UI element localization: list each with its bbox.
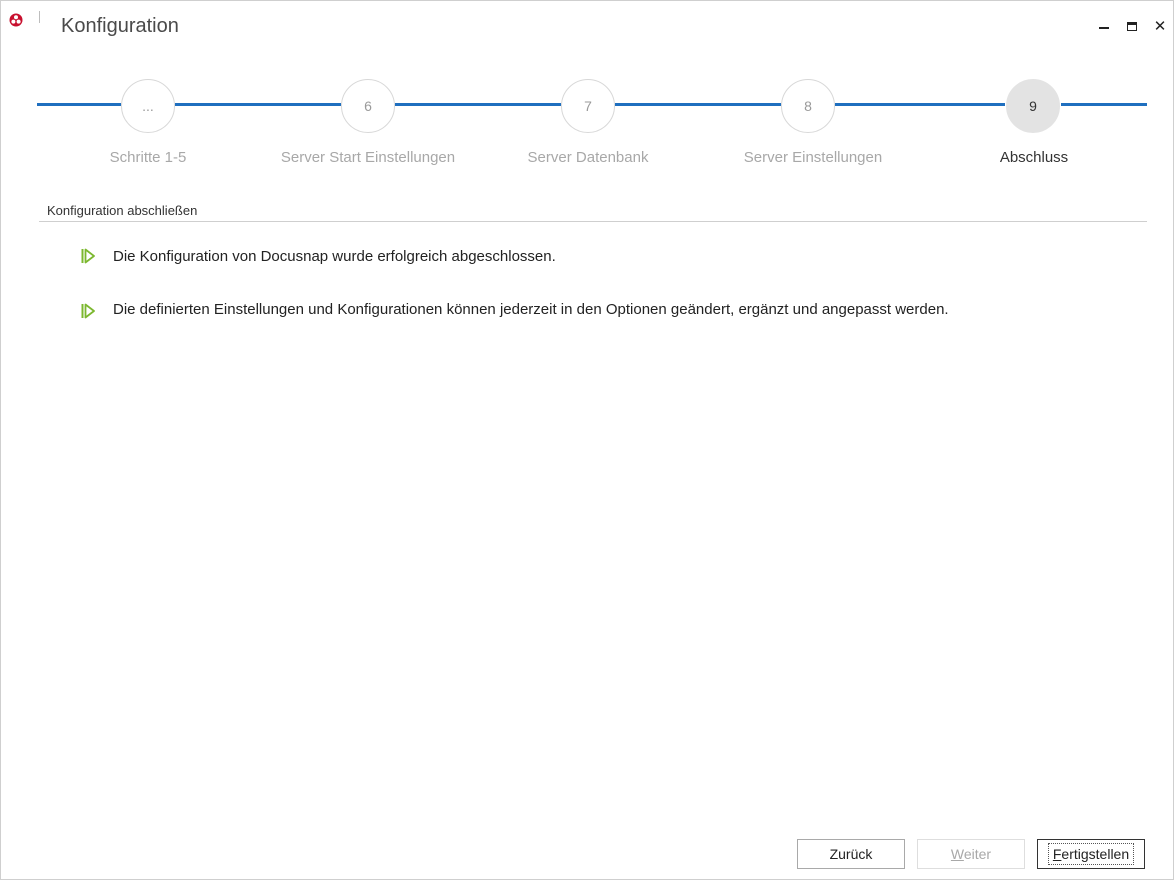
- next-button-label: Weiter: [950, 846, 992, 862]
- stepper-line: [615, 103, 781, 106]
- close-icon: ✕: [1153, 18, 1167, 35]
- finish-button-label: Fertigstellen: [1047, 843, 1135, 865]
- stepper-line: [1061, 103, 1147, 106]
- stepper-line: [835, 103, 1005, 106]
- step-label-7: Server Datenbank: [527, 149, 649, 166]
- step-label-9: Abschluss: [999, 149, 1069, 166]
- step-circle-8[interactable]: 8: [781, 79, 835, 133]
- minimize-button[interactable]: [1093, 15, 1115, 37]
- section-divider: [39, 221, 1147, 222]
- next-button[interactable]: Weiter: [917, 839, 1025, 869]
- maximize-icon: [1127, 21, 1137, 31]
- step-circle-9[interactable]: 9: [1006, 79, 1060, 133]
- step-label-6: Server Start Einstellungen: [280, 149, 456, 166]
- docusnap-logo-icon: [9, 13, 23, 27]
- step-label-8: Server Einstellungen: [743, 149, 883, 166]
- title-bar: Konfiguration ✕: [1, 1, 1173, 53]
- maximize-button[interactable]: [1121, 15, 1143, 37]
- message-text: Die definierten Einstellungen und Konfig…: [113, 301, 949, 318]
- step-circle-7[interactable]: 7: [561, 79, 615, 133]
- wizard-stepper: ... 6 7 8 9 Schritte 1-5 Server Start Ei…: [1, 71, 1173, 181]
- back-button-label: Zurück: [829, 846, 873, 862]
- stepper-line: [37, 103, 121, 106]
- stepper-line: [395, 103, 561, 106]
- success-arrow-icon: [81, 248, 95, 264]
- title-separator: [39, 11, 40, 23]
- close-button[interactable]: ✕: [1149, 15, 1171, 37]
- configuration-window: Konfiguration ✕ ... 6 7 8 9 Schritte 1-5…: [0, 0, 1174, 880]
- stepper-line: [175, 103, 341, 106]
- success-arrow-icon: [81, 303, 95, 319]
- finish-button[interactable]: Fertigstellen: [1037, 839, 1145, 869]
- step-circle-1-5[interactable]: ...: [121, 79, 175, 133]
- window-title: Konfiguration: [61, 15, 179, 37]
- back-button[interactable]: Zurück: [797, 839, 905, 869]
- step-circle-6[interactable]: 6: [341, 79, 395, 133]
- step-label-1-5: Schritte 1-5: [109, 149, 187, 166]
- message-text: Die Konfiguration von Docusnap wurde erf…: [113, 248, 556, 265]
- minimize-icon: [1099, 27, 1109, 29]
- section-title: Konfiguration abschließen: [47, 203, 198, 218]
